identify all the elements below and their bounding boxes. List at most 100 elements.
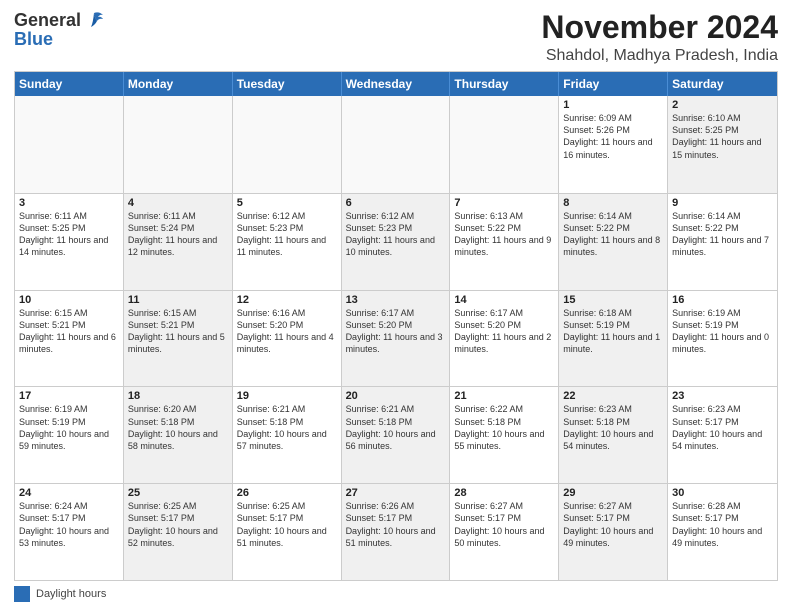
day-info: Sunrise: 6:13 AMSunset: 5:22 PMDaylight:… (454, 210, 554, 259)
day-info: Sunrise: 6:22 AMSunset: 5:18 PMDaylight:… (454, 403, 554, 452)
calendar-cell: 7Sunrise: 6:13 AMSunset: 5:22 PMDaylight… (450, 194, 559, 290)
day-number: 12 (237, 294, 337, 306)
calendar-cell: 18Sunrise: 6:20 AMSunset: 5:18 PMDayligh… (124, 387, 233, 483)
calendar-cell: 11Sunrise: 6:15 AMSunset: 5:21 PMDayligh… (124, 291, 233, 387)
day-number: 13 (346, 294, 446, 306)
title-block: November 2024 Shahdol, Madhya Pradesh, I… (541, 10, 778, 65)
day-number: 9 (672, 197, 773, 209)
calendar-cell: 3Sunrise: 6:11 AMSunset: 5:25 PMDaylight… (15, 194, 124, 290)
day-info: Sunrise: 6:12 AMSunset: 5:23 PMDaylight:… (346, 210, 446, 259)
logo-bird-icon (83, 11, 105, 31)
day-info: Sunrise: 6:14 AMSunset: 5:22 PMDaylight:… (672, 210, 773, 259)
header: General Blue November 2024 Shahdol, Madh… (14, 10, 778, 65)
day-info: Sunrise: 6:12 AMSunset: 5:23 PMDaylight:… (237, 210, 337, 259)
calendar-cell: 6Sunrise: 6:12 AMSunset: 5:23 PMDaylight… (342, 194, 451, 290)
calendar-cell: 4Sunrise: 6:11 AMSunset: 5:24 PMDaylight… (124, 194, 233, 290)
calendar-cell: 15Sunrise: 6:18 AMSunset: 5:19 PMDayligh… (559, 291, 668, 387)
calendar-cell: 14Sunrise: 6:17 AMSunset: 5:20 PMDayligh… (450, 291, 559, 387)
calendar-cell (15, 96, 124, 193)
day-number: 19 (237, 390, 337, 402)
day-info: Sunrise: 6:11 AMSunset: 5:24 PMDaylight:… (128, 210, 228, 259)
day-number: 2 (672, 99, 773, 111)
day-info: Sunrise: 6:15 AMSunset: 5:21 PMDaylight:… (19, 307, 119, 356)
calendar-cell: 1Sunrise: 6:09 AMSunset: 5:26 PMDaylight… (559, 96, 668, 193)
day-number: 5 (237, 197, 337, 209)
day-info: Sunrise: 6:10 AMSunset: 5:25 PMDaylight:… (672, 112, 773, 161)
day-info: Sunrise: 6:18 AMSunset: 5:19 PMDaylight:… (563, 307, 663, 356)
day-number: 16 (672, 294, 773, 306)
day-number: 20 (346, 390, 446, 402)
calendar-week: 10Sunrise: 6:15 AMSunset: 5:21 PMDayligh… (15, 290, 777, 387)
day-number: 30 (672, 487, 773, 499)
day-number: 28 (454, 487, 554, 499)
day-number: 29 (563, 487, 663, 499)
day-number: 14 (454, 294, 554, 306)
day-number: 24 (19, 487, 119, 499)
calendar-cell: 12Sunrise: 6:16 AMSunset: 5:20 PMDayligh… (233, 291, 342, 387)
calendar-cell: 21Sunrise: 6:22 AMSunset: 5:18 PMDayligh… (450, 387, 559, 483)
calendar-cell (342, 96, 451, 193)
main-title: November 2024 (541, 10, 778, 45)
calendar-cell: 17Sunrise: 6:19 AMSunset: 5:19 PMDayligh… (15, 387, 124, 483)
subtitle: Shahdol, Madhya Pradesh, India (541, 47, 778, 65)
day-number: 15 (563, 294, 663, 306)
calendar-header-cell: Tuesday (233, 72, 342, 96)
day-info: Sunrise: 6:28 AMSunset: 5:17 PMDaylight:… (672, 500, 773, 549)
calendar-header: SundayMondayTuesdayWednesdayThursdayFrid… (15, 72, 777, 96)
day-number: 17 (19, 390, 119, 402)
day-info: Sunrise: 6:24 AMSunset: 5:17 PMDaylight:… (19, 500, 119, 549)
calendar-week: 1Sunrise: 6:09 AMSunset: 5:26 PMDaylight… (15, 96, 777, 193)
day-info: Sunrise: 6:17 AMSunset: 5:20 PMDaylight:… (346, 307, 446, 356)
calendar: SundayMondayTuesdayWednesdayThursdayFrid… (14, 71, 778, 581)
day-info: Sunrise: 6:23 AMSunset: 5:17 PMDaylight:… (672, 403, 773, 452)
calendar-body: 1Sunrise: 6:09 AMSunset: 5:26 PMDaylight… (15, 96, 777, 580)
calendar-header-cell: Thursday (450, 72, 559, 96)
day-number: 3 (19, 197, 119, 209)
day-number: 18 (128, 390, 228, 402)
calendar-header-cell: Sunday (15, 72, 124, 96)
calendar-cell (450, 96, 559, 193)
legend-color-box (14, 586, 30, 602)
calendar-cell: 20Sunrise: 6:21 AMSunset: 5:18 PMDayligh… (342, 387, 451, 483)
calendar-cell: 22Sunrise: 6:23 AMSunset: 5:18 PMDayligh… (559, 387, 668, 483)
day-info: Sunrise: 6:21 AMSunset: 5:18 PMDaylight:… (346, 403, 446, 452)
calendar-cell (233, 96, 342, 193)
calendar-cell: 8Sunrise: 6:14 AMSunset: 5:22 PMDaylight… (559, 194, 668, 290)
calendar-cell: 27Sunrise: 6:26 AMSunset: 5:17 PMDayligh… (342, 484, 451, 580)
day-number: 1 (563, 99, 663, 111)
day-info: Sunrise: 6:19 AMSunset: 5:19 PMDaylight:… (19, 403, 119, 452)
day-info: Sunrise: 6:11 AMSunset: 5:25 PMDaylight:… (19, 210, 119, 259)
calendar-week: 24Sunrise: 6:24 AMSunset: 5:17 PMDayligh… (15, 483, 777, 580)
day-info: Sunrise: 6:26 AMSunset: 5:17 PMDaylight:… (346, 500, 446, 549)
day-info: Sunrise: 6:20 AMSunset: 5:18 PMDaylight:… (128, 403, 228, 452)
calendar-cell: 19Sunrise: 6:21 AMSunset: 5:18 PMDayligh… (233, 387, 342, 483)
day-info: Sunrise: 6:16 AMSunset: 5:20 PMDaylight:… (237, 307, 337, 356)
day-number: 7 (454, 197, 554, 209)
logo-general-text: General (14, 10, 81, 31)
calendar-cell: 16Sunrise: 6:19 AMSunset: 5:19 PMDayligh… (668, 291, 777, 387)
day-info: Sunrise: 6:25 AMSunset: 5:17 PMDaylight:… (237, 500, 337, 549)
calendar-week: 17Sunrise: 6:19 AMSunset: 5:19 PMDayligh… (15, 386, 777, 483)
page: General Blue November 2024 Shahdol, Madh… (0, 0, 792, 612)
calendar-cell: 5Sunrise: 6:12 AMSunset: 5:23 PMDaylight… (233, 194, 342, 290)
day-info: Sunrise: 6:15 AMSunset: 5:21 PMDaylight:… (128, 307, 228, 356)
calendar-header-cell: Saturday (668, 72, 777, 96)
day-number: 11 (128, 294, 228, 306)
calendar-cell: 2Sunrise: 6:10 AMSunset: 5:25 PMDaylight… (668, 96, 777, 193)
day-number: 10 (19, 294, 119, 306)
day-info: Sunrise: 6:25 AMSunset: 5:17 PMDaylight:… (128, 500, 228, 549)
calendar-cell: 28Sunrise: 6:27 AMSunset: 5:17 PMDayligh… (450, 484, 559, 580)
day-info: Sunrise: 6:17 AMSunset: 5:20 PMDaylight:… (454, 307, 554, 356)
day-info: Sunrise: 6:19 AMSunset: 5:19 PMDaylight:… (672, 307, 773, 356)
day-number: 27 (346, 487, 446, 499)
calendar-header-cell: Friday (559, 72, 668, 96)
day-number: 8 (563, 197, 663, 209)
calendar-header-cell: Wednesday (342, 72, 451, 96)
day-number: 26 (237, 487, 337, 499)
day-info: Sunrise: 6:09 AMSunset: 5:26 PMDaylight:… (563, 112, 663, 161)
legend-label: Daylight hours (36, 588, 106, 600)
day-info: Sunrise: 6:27 AMSunset: 5:17 PMDaylight:… (454, 500, 554, 549)
day-number: 6 (346, 197, 446, 209)
day-info: Sunrise: 6:23 AMSunset: 5:18 PMDaylight:… (563, 403, 663, 452)
calendar-cell: 13Sunrise: 6:17 AMSunset: 5:20 PMDayligh… (342, 291, 451, 387)
